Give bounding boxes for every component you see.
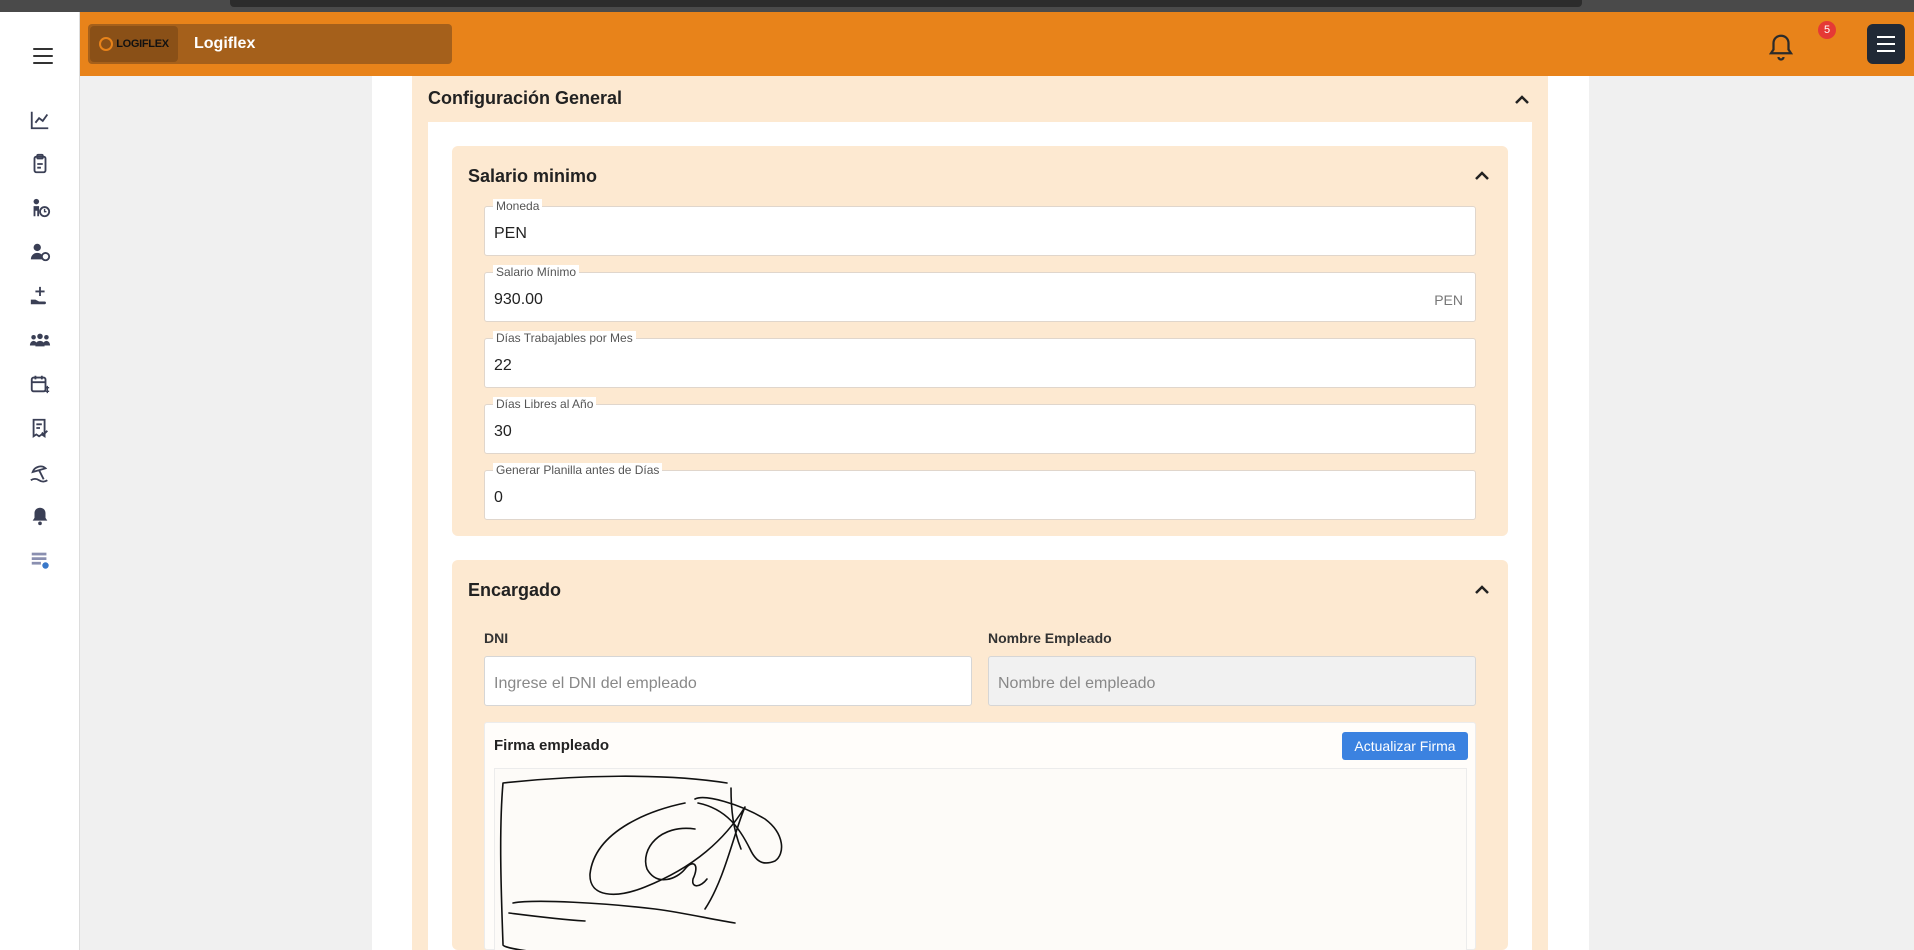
receipt-check-icon[interactable] xyxy=(0,406,80,450)
brand-logo: LOGIFLEX xyxy=(90,26,178,62)
dias-libres-field[interactable]: Días Libres al Año 30 xyxy=(484,397,1476,454)
user-clock-icon[interactable] xyxy=(0,230,80,274)
moneda-label: Moneda xyxy=(493,199,543,213)
bell-icon[interactable] xyxy=(0,494,80,538)
encargado-collapse-chevron-up-icon[interactable] xyxy=(1474,582,1490,598)
clipboard-icon[interactable] xyxy=(0,142,80,186)
sidebar-nav xyxy=(0,98,80,582)
brand[interactable]: LOGIFLEX Logiflex xyxy=(88,24,452,64)
firma-title: Firma empleado xyxy=(494,737,610,754)
generar-planilla-value: 0 xyxy=(494,489,503,506)
nombre-empleado-input: Nombre del empleado xyxy=(988,656,1476,706)
main-menu-button[interactable] xyxy=(1867,24,1905,64)
salario-minimo-value: 930.00 xyxy=(494,291,543,308)
salario-collapse-chevron-up-icon[interactable] xyxy=(1474,168,1490,184)
signature-canvas[interactable] xyxy=(494,768,1467,950)
nombre-empleado-placeholder: Nombre del empleado xyxy=(998,675,1156,692)
salario-minimo-label: Salario Mínimo xyxy=(493,265,580,279)
person-clock-icon[interactable] xyxy=(0,186,80,230)
salario-title: Salario minimo xyxy=(468,166,598,186)
signature-drawing xyxy=(499,775,783,950)
dias-libres-label: Días Libres al Año xyxy=(493,397,597,411)
encargado-title: Encargado xyxy=(468,580,562,600)
browser-tab-bar xyxy=(230,0,1582,7)
browser-top-strip xyxy=(0,0,1914,12)
config-collapse-chevron-up-icon[interactable] xyxy=(1514,92,1530,108)
sidebar xyxy=(0,12,80,950)
dias-trabajables-label: Días Trabajables por Mes xyxy=(493,331,636,345)
notifications-bell-icon[interactable] xyxy=(1766,32,1796,62)
chart-line-icon[interactable] xyxy=(0,98,80,142)
dias-trabajables-field[interactable]: Días Trabajables por Mes 22 xyxy=(484,331,1476,388)
salario-minimo-field[interactable]: Salario Mínimo 930.00 PEN xyxy=(484,265,1476,322)
people-group-icon[interactable] xyxy=(0,318,80,362)
sidebar-toggle-button[interactable] xyxy=(33,48,53,64)
firma-card: Firma empleado Actualizar Firma xyxy=(484,722,1476,950)
moneda-value: PEN xyxy=(494,225,527,242)
dni-label: DNI xyxy=(484,630,509,646)
generar-planilla-label: Generar Planilla antes de Días xyxy=(493,463,663,477)
config-title: Configuración General xyxy=(428,88,623,108)
notification-count-badge: 5 xyxy=(1818,21,1836,39)
moneda-field[interactable]: Moneda PEN xyxy=(484,199,1476,256)
actualizar-firma-button[interactable]: Actualizar Firma xyxy=(1342,732,1468,760)
calendar-dollar-icon[interactable] xyxy=(0,362,80,406)
nombre-empleado-label: Nombre Empleado xyxy=(988,630,1112,646)
dni-placeholder: Ingrese el DNI del empleado xyxy=(494,675,697,692)
dias-libres-value: 30 xyxy=(494,423,512,440)
generar-planilla-field[interactable]: Generar Planilla antes de Días 0 xyxy=(484,463,1476,520)
currency-suffix: PEN xyxy=(1434,292,1463,308)
hand-plus-icon[interactable] xyxy=(0,274,80,318)
umbrella-beach-icon[interactable] xyxy=(0,450,80,494)
brand-name: Logiflex xyxy=(194,35,256,52)
dias-trabajables-value: 22 xyxy=(494,357,512,374)
table-settings-icon[interactable] xyxy=(0,538,80,582)
top-header: LOGIFLEX Logiflex 5 xyxy=(80,12,1914,76)
dni-input[interactable]: Ingrese el DNI del empleado xyxy=(484,656,972,706)
